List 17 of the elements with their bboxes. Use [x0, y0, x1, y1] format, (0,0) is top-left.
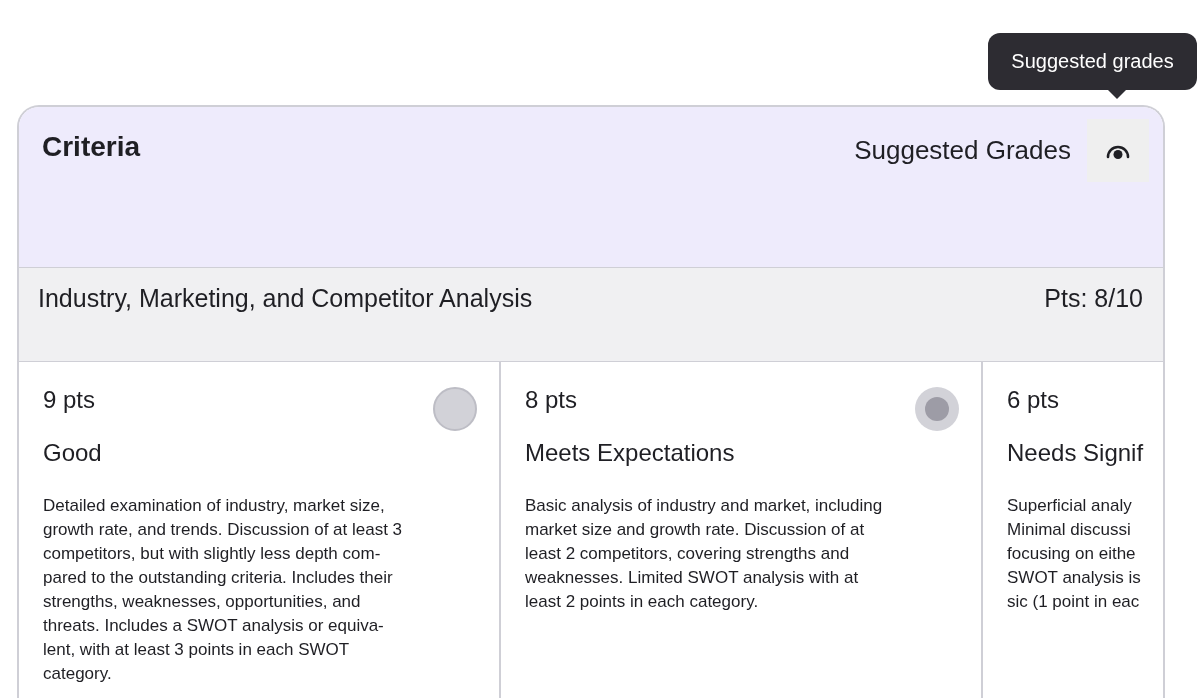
level-description: Basic analysis of industry and market, including market size and growth rate. Discussion of at least 2 competitors, covering strengths and weaknesses. Limited SWOT analysis with at least 2 points in each category.	[525, 495, 884, 613]
level-description: Superficial analy Minimal discussi focusing on eithe SWOT analysis is sic (1 point in eac	[1007, 495, 1142, 613]
suggested-grades-label: Suggested Grades	[854, 135, 1071, 166]
level-title: Meets Expectations	[525, 438, 736, 468]
criteria-title: Criteria	[42, 131, 141, 163]
suggested-grades-button[interactable]	[1087, 119, 1149, 182]
tooltip: Suggested grades	[988, 33, 1197, 90]
level-title: Needs Signif	[1007, 438, 1145, 468]
level-points: 6 pts	[1007, 386, 1060, 414]
criterion-name: Industry, Marketing, and Competitor Analysis	[38, 284, 533, 314]
radio-button[interactable]	[915, 387, 959, 431]
radio-button[interactable]	[433, 387, 477, 431]
level-title: Good	[43, 438, 103, 468]
level-points: 8 pts	[525, 386, 578, 414]
level-points: 9 pts	[43, 386, 96, 414]
criterion-points: Pts: 8/10	[1044, 284, 1143, 314]
level-description: Detailed examination of industry, market size, growth rate, and trends. Discussion of at least 3 competitors, but with slightly less depth com- pared to the outstanding criteria. Includes their strengths, weaknesses, opportunities, and threats. Includes a SWOT analysis or equiva- lent, with at least 3 points in each SWOT category.	[43, 495, 404, 685]
